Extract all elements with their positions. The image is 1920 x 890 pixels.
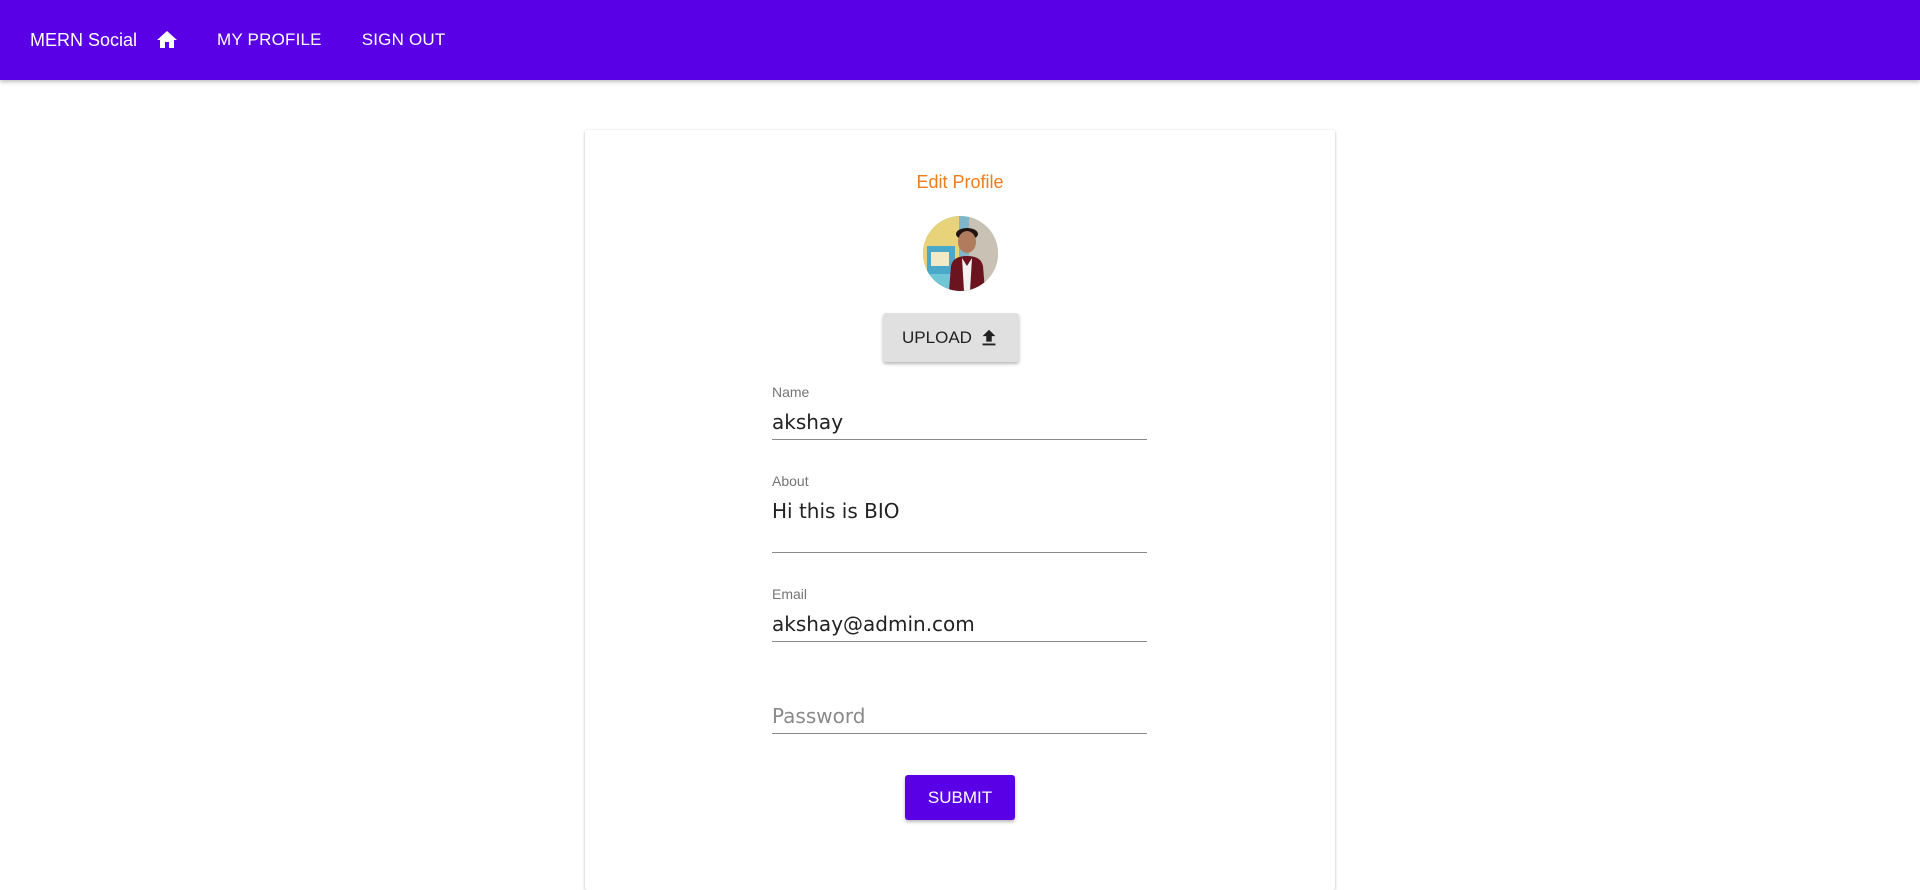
card-title: Edit Profile [916, 172, 1004, 192]
home-icon [157, 31, 178, 48]
home-button[interactable] [153, 26, 181, 54]
upload-button[interactable]: UPLOAD [883, 313, 1019, 362]
avatar [923, 216, 998, 291]
email-underline [772, 641, 1147, 642]
name-input[interactable]: akshay [772, 410, 1147, 434]
about-label: About [772, 473, 809, 489]
name-field[interactable]: Name akshay [772, 384, 1147, 440]
name-label: Name [772, 384, 810, 400]
email-input[interactable]: akshay@admin.com [772, 612, 1147, 636]
email-field[interactable]: Email akshay@admin.com [772, 586, 1147, 642]
edit-profile-card: Edit Profile UPLOAD Name akshay About Hi… [585, 130, 1335, 890]
submit-button[interactable]: SUBMIT [905, 775, 1015, 820]
password-field[interactable]: Password [772, 704, 1147, 734]
about-field[interactable]: About Hi this is BIO [772, 473, 1147, 553]
about-underline [772, 552, 1147, 553]
email-label: Email [772, 586, 808, 602]
password-underline [772, 733, 1147, 734]
name-underline [772, 439, 1147, 440]
app-bar: MERN Social MY PROFILE SIGN OUT [0, 0, 1920, 80]
sign-out-link[interactable]: SIGN OUT [362, 30, 446, 50]
avatar-photo [923, 216, 998, 291]
password-input[interactable]: Password [772, 704, 1147, 728]
app-title: MERN Social [30, 29, 138, 50]
about-input[interactable]: Hi this is BIO [772, 499, 1147, 523]
upload-icon [982, 329, 996, 345]
upload-label: UPLOAD [902, 327, 972, 347]
my-profile-link[interactable]: MY PROFILE [217, 30, 322, 50]
